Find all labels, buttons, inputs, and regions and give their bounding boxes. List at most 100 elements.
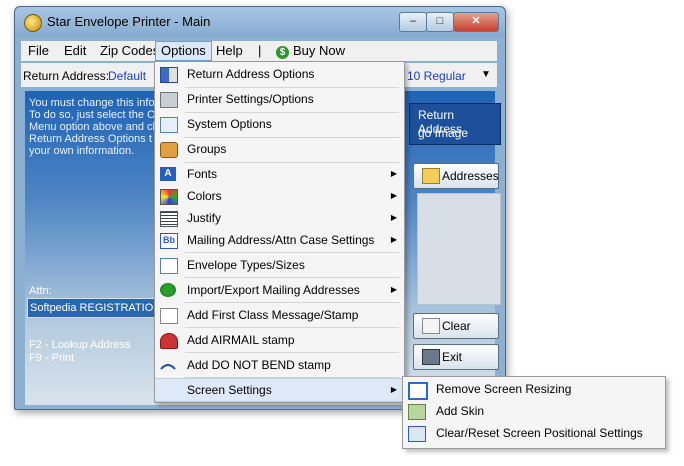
submenu-arrow-icon: ▶	[390, 213, 397, 222]
submenu-arrow-icon: ▶	[390, 191, 397, 200]
menu-zip-codes[interactable]: Zip Codes	[95, 43, 164, 59]
return-address-label: Return Address:	[23, 69, 110, 83]
menu-file-label: File	[28, 43, 49, 58]
menu-edit[interactable]: Edit	[59, 43, 91, 59]
minimize-button[interactable]: –	[399, 12, 427, 32]
submenu-arrow-icon: ▶	[390, 285, 397, 294]
hint-print: F9 - Print	[29, 352, 75, 364]
attn-field[interactable]: Softpedia REGISTRATION	[27, 298, 166, 318]
menu-item-groups[interactable]: Groups	[155, 138, 404, 160]
menu-help[interactable]: Help	[211, 43, 248, 59]
clear-icon	[422, 318, 440, 334]
screen-settings-submenu: Remove Screen Resizing Add Skin Clear/Re…	[402, 376, 666, 449]
window-title: Star Envelope Printer - Main	[47, 14, 211, 29]
addresses-button[interactable]: Addresses	[413, 163, 499, 189]
exit-button-label: Exit	[442, 350, 463, 364]
hint-lookup: F2 - Lookup Address	[29, 339, 131, 351]
submenu-arrow-icon: ▶	[390, 385, 397, 394]
justify-icon	[160, 211, 178, 227]
submenu-arrow-icon: ▶	[390, 169, 397, 178]
folder-icon	[422, 168, 440, 184]
dollar-icon: $	[276, 46, 289, 59]
fonts-icon: A	[160, 167, 176, 181]
return-address-icon	[160, 67, 178, 83]
case-icon: Bb	[160, 233, 178, 249]
menu-item-system-options[interactable]: System Options	[155, 113, 404, 135]
envelope-icon	[160, 258, 178, 274]
groups-icon	[160, 142, 178, 158]
menu-item-label: Groups	[187, 142, 227, 156]
menu-item-label: Import/Export Mailing Addresses	[187, 283, 360, 297]
menu-edit-label: Edit	[64, 43, 87, 58]
menu-item-label: Justify	[187, 211, 222, 225]
menu-item-label: Mailing Address/Attn Case Settings	[187, 233, 375, 247]
first-class-icon	[160, 308, 178, 324]
skin-icon	[408, 404, 426, 420]
font-select[interactable]: 10 Regular	[407, 69, 466, 83]
resize-icon	[408, 382, 428, 400]
exit-door-icon	[422, 349, 440, 365]
submenu-item-reset-positions[interactable]: Clear/Reset Screen Positional Settings	[403, 422, 665, 444]
menu-item-label: Envelope Types/Sizes	[187, 258, 305, 272]
airmail-icon	[160, 333, 178, 349]
submenu-item-add-skin[interactable]: Add Skin	[403, 400, 665, 422]
menu-item-first-class[interactable]: Add First Class Message/Stamp	[155, 304, 404, 326]
menu-item-return-address-options[interactable]: Return Address Options	[155, 63, 404, 85]
maximize-button[interactable]: □	[426, 12, 454, 32]
submenu-item-label: Clear/Reset Screen Positional Settings	[436, 426, 643, 440]
options-menu: Return Address Options Printer Settings/…	[154, 61, 405, 403]
menu-item-do-not-bend[interactable]: Add DO NOT BEND stamp	[155, 354, 404, 376]
menu-item-colors[interactable]: Colors ▶	[155, 185, 404, 207]
menu-file[interactable]: File	[23, 43, 54, 59]
menu-item-justify[interactable]: Justify ▶	[155, 207, 404, 229]
menu-help-label: Help	[216, 43, 243, 58]
submenu-item-remove-resizing[interactable]: Remove Screen Resizing	[403, 378, 665, 400]
submenu-arrow-icon: ▶	[390, 235, 397, 244]
menu-item-screen-settings[interactable]: Screen Settings ▶	[155, 378, 404, 402]
menu-item-label: Add DO NOT BEND stamp	[187, 358, 331, 372]
menu-item-envelope-types[interactable]: Envelope Types/Sizes	[155, 254, 404, 276]
menu-buy-now[interactable]: $ Buy Now	[271, 43, 350, 59]
addresses-button-label: Addresses	[442, 169, 499, 183]
logo-image-option[interactable]: go Image	[418, 126, 468, 140]
colors-icon	[160, 189, 178, 205]
menu-item-airmail[interactable]: Add AIRMAIL stamp	[155, 329, 404, 351]
return-address-options-box: Return Address go Image	[409, 103, 501, 145]
printer-icon	[160, 92, 178, 108]
menu-item-label: Add First Class Message/Stamp	[187, 308, 359, 322]
menu-item-label: Screen Settings	[187, 383, 272, 397]
menu-options[interactable]: Options	[155, 41, 212, 61]
app-star-icon	[24, 14, 42, 32]
menu-item-label: System Options	[187, 117, 272, 131]
menu-item-label: Add AIRMAIL stamp	[187, 333, 295, 347]
menu-item-case-settings[interactable]: Bb Mailing Address/Attn Case Settings ▶	[155, 229, 404, 251]
exit-button[interactable]: Exit	[413, 344, 499, 370]
clear-button[interactable]: Clear	[413, 313, 499, 339]
menu-separator	[185, 252, 399, 253]
submenu-item-label: Add Skin	[436, 404, 485, 418]
menu-item-label: Colors	[187, 189, 222, 203]
attn-label: Attn:	[29, 285, 52, 297]
menu-item-label: Fonts	[187, 167, 218, 181]
menu-separator	[185, 277, 399, 278]
menu-item-fonts[interactable]: A Fonts ▶	[155, 163, 404, 185]
menu-item-label: Printer Settings/Options	[187, 92, 314, 106]
return-address-value[interactable]: Default	[108, 69, 146, 83]
menu-separator	[185, 302, 399, 303]
close-button[interactable]: ✕	[453, 12, 499, 32]
submenu-item-label: Remove Screen Resizing	[436, 382, 572, 396]
menu-item-import-export[interactable]: Import/Export Mailing Addresses ▶	[155, 279, 404, 301]
menu-separator	[185, 352, 399, 353]
menu-separator	[185, 327, 399, 328]
menu-separator: |	[258, 43, 262, 58]
menu-zip-codes-label: Zip Codes	[100, 43, 160, 58]
menu-bar: File Edit Zip Codes Options Help | $ Buy …	[21, 41, 497, 61]
menu-item-label: Return Address Options	[187, 67, 315, 81]
chevron-down-icon[interactable]: ▼	[481, 69, 491, 80]
title-bar[interactable]: Star Envelope Printer - Main – □ ✕	[15, 7, 505, 37]
menu-item-printer-settings[interactable]: Printer Settings/Options	[155, 88, 404, 110]
clear-button-label: Clear	[442, 319, 471, 333]
import-export-icon	[160, 283, 176, 297]
logo-preview	[417, 193, 501, 305]
system-icon	[160, 117, 178, 133]
